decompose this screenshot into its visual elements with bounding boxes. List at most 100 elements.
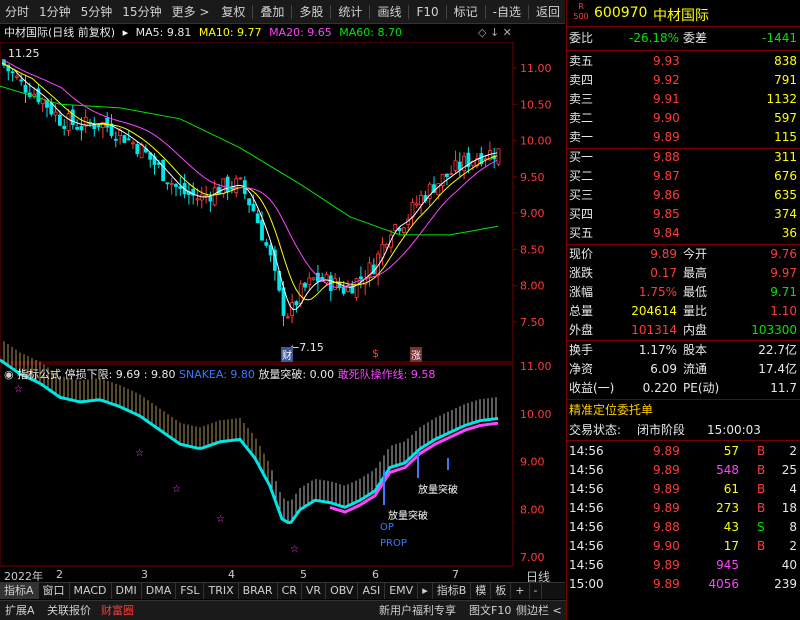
stat-row[interactable]: 收益(一) 0.220 PE(动) 11.7 bbox=[567, 379, 800, 398]
tab-vr[interactable]: VR bbox=[302, 583, 327, 599]
overlay-button[interactable]: 叠加 bbox=[255, 1, 289, 23]
tab-brar[interactable]: BRAR bbox=[239, 583, 278, 599]
dollar-marker[interactable]: $ bbox=[372, 347, 379, 360]
tick-row[interactable]: 15:00 9.89 4056 239 bbox=[567, 575, 800, 594]
tab-template[interactable]: 模 bbox=[471, 583, 492, 599]
tick-time: 14:56 bbox=[569, 444, 604, 458]
limit-up-marker[interactable]: 涨 bbox=[410, 347, 422, 362]
add-tab-icon[interactable]: + bbox=[511, 583, 530, 599]
statistics-button[interactable]: 统计 bbox=[333, 1, 367, 23]
fuquan-button[interactable]: 复权 bbox=[216, 1, 250, 23]
indicator-formula-label[interactable]: 指标公式 bbox=[17, 368, 61, 381]
candle-body bbox=[397, 228, 402, 232]
related-quote-button[interactable]: 关联报价 bbox=[44, 603, 94, 619]
minus-tab-icon[interactable]: - bbox=[530, 583, 543, 599]
level-price: 9.91 bbox=[653, 92, 680, 106]
stat-row[interactable]: 净资 6.09 流通 17.4亿 bbox=[567, 360, 800, 379]
tick-row[interactable]: 14:56 9.88 43 S 8 bbox=[567, 518, 800, 537]
sell-level-row[interactable]: 卖三 9.91 1132 bbox=[567, 90, 800, 109]
ma20-line bbox=[1, 58, 498, 289]
tick-row[interactable]: 14:56 9.89 57 B 2 bbox=[567, 442, 800, 461]
level-price: 9.85 bbox=[653, 207, 680, 221]
dare-die-line bbox=[329, 421, 499, 514]
stat-row[interactable]: 涨跌 0.17 最高 9.97 bbox=[567, 264, 800, 283]
tab-emv[interactable]: EMV bbox=[385, 583, 419, 599]
sell-level-row[interactable]: 卖五 9.93 838 bbox=[567, 52, 800, 71]
mark-button[interactable]: 标记 bbox=[449, 1, 483, 23]
tick-side: B bbox=[757, 444, 766, 458]
stat-value: 11.7 bbox=[770, 381, 797, 395]
level-label: 卖三 bbox=[569, 92, 594, 106]
tab-window[interactable]: 窗口 bbox=[39, 583, 70, 599]
sell-level-row[interactable]: 卖一 9.89 115 bbox=[567, 128, 800, 147]
tab-indicator-b[interactable]: 指标B bbox=[433, 583, 472, 599]
tab-obv[interactable]: OBV bbox=[326, 583, 359, 599]
stat-row[interactable]: 换手 1.17% 股本 22.7亿 bbox=[567, 341, 800, 360]
f10-graphic-button[interactable]: 图文F10 bbox=[466, 603, 514, 619]
sidebar-toggle[interactable]: 侧边栏 < bbox=[513, 603, 565, 619]
sell-level-row[interactable]: 卖四 9.92 791 bbox=[567, 71, 800, 90]
tick-row[interactable]: 14:56 9.89 273 B 18 bbox=[567, 499, 800, 518]
level-price: 9.92 bbox=[653, 73, 680, 87]
stat-label: 总量 bbox=[569, 304, 594, 318]
sell-level-row[interactable]: 卖二 9.90 597 bbox=[567, 109, 800, 128]
annotation-prop: PROP bbox=[380, 538, 407, 549]
tick-side: B bbox=[757, 501, 766, 515]
tick-row[interactable]: 14:56 9.89 548 B 25 bbox=[567, 461, 800, 480]
stop-loss-value: 停损下限: 9.69 : 9.80 bbox=[64, 368, 176, 381]
buy-level-row[interactable]: 买三 9.86 635 bbox=[567, 186, 800, 205]
stat-row[interactable]: 涨幅 1.75% 最低 9.71 bbox=[567, 283, 800, 302]
tab-cr[interactable]: CR bbox=[278, 583, 302, 599]
tab-dma[interactable]: DMA bbox=[142, 583, 177, 599]
tab-trix[interactable]: TRIX bbox=[204, 583, 239, 599]
tab-fsl[interactable]: FSL bbox=[176, 583, 205, 599]
candle-body bbox=[75, 127, 79, 130]
tick-row[interactable]: 14:56 9.89 61 B 4 bbox=[567, 480, 800, 499]
tick-row[interactable]: 14:56 9.89 945 40 bbox=[567, 556, 800, 575]
candle-body bbox=[126, 138, 131, 141]
remove-watchlist-button[interactable]: -自选 bbox=[488, 1, 526, 23]
signal-star-icon: ☆ bbox=[14, 384, 23, 395]
level-volume: 791 bbox=[774, 73, 797, 87]
tab-fenshi[interactable]: 分时 bbox=[0, 1, 34, 23]
x-label-jun: 6 bbox=[372, 568, 379, 581]
more-button[interactable]: 更多 > bbox=[167, 1, 215, 23]
tab-5min[interactable]: 5分钟 bbox=[76, 1, 118, 23]
buy-level-row[interactable]: 买一 9.88 311 bbox=[567, 148, 800, 167]
multi-stock-button[interactable]: 多股 bbox=[294, 1, 328, 23]
tick-row[interactable]: 14:56 9.90 17 B 2 bbox=[567, 537, 800, 556]
buy-level-row[interactable]: 买四 9.85 374 bbox=[567, 205, 800, 224]
tick-side: S bbox=[757, 520, 765, 534]
stat-row[interactable]: 外盘 101314 内盘 103300 bbox=[567, 321, 800, 340]
candle-body bbox=[113, 138, 118, 141]
moving-average-lines bbox=[0, 58, 499, 311]
chart-header-controls[interactable]: ◇ ↓ ✕ bbox=[478, 26, 512, 39]
wealth-circle-button[interactable]: 财富圈 bbox=[98, 603, 137, 619]
level-price: 9.84 bbox=[653, 226, 680, 240]
extend-a-button[interactable]: 扩展A bbox=[2, 603, 38, 619]
stat-row[interactable]: 现价 9.89 今开 9.76 bbox=[567, 245, 800, 264]
level-label: 买三 bbox=[569, 188, 594, 202]
tab-dmi[interactable]: DMI bbox=[112, 583, 142, 599]
financial-marker[interactable]: 财 bbox=[281, 347, 293, 362]
candle-body bbox=[260, 219, 264, 241]
tab-15min[interactable]: 15分钟 bbox=[117, 1, 166, 23]
tab-asi[interactable]: ASI bbox=[358, 583, 386, 599]
annotation-op: OP bbox=[380, 522, 394, 533]
buy-level-row[interactable]: 买二 9.87 676 bbox=[567, 167, 800, 186]
buy-level-row[interactable]: 买五 9.84 36 bbox=[567, 224, 800, 243]
draw-line-button[interactable]: 画线 bbox=[372, 1, 406, 23]
new-user-welfare-link[interactable]: 新用户福利专享 bbox=[376, 603, 459, 619]
precise-order-label[interactable]: 精准定位委托单 bbox=[567, 401, 800, 420]
candle-body bbox=[169, 183, 174, 186]
candle-body bbox=[10, 71, 15, 74]
tab-board[interactable]: 板 bbox=[491, 583, 512, 599]
price-tick: 11.00 bbox=[520, 62, 552, 75]
tab-macd[interactable]: MACD bbox=[70, 583, 112, 599]
back-button[interactable]: 返回 bbox=[531, 1, 565, 23]
stat-row[interactable]: 总量 204614 量比 1.10 bbox=[567, 302, 800, 321]
tab-next-arrow[interactable]: ▸ bbox=[418, 583, 433, 599]
f10-button[interactable]: F10 bbox=[411, 1, 443, 23]
tab-indicator-a[interactable]: 指标A bbox=[0, 583, 39, 599]
tab-1min[interactable]: 1分钟 bbox=[34, 1, 76, 23]
